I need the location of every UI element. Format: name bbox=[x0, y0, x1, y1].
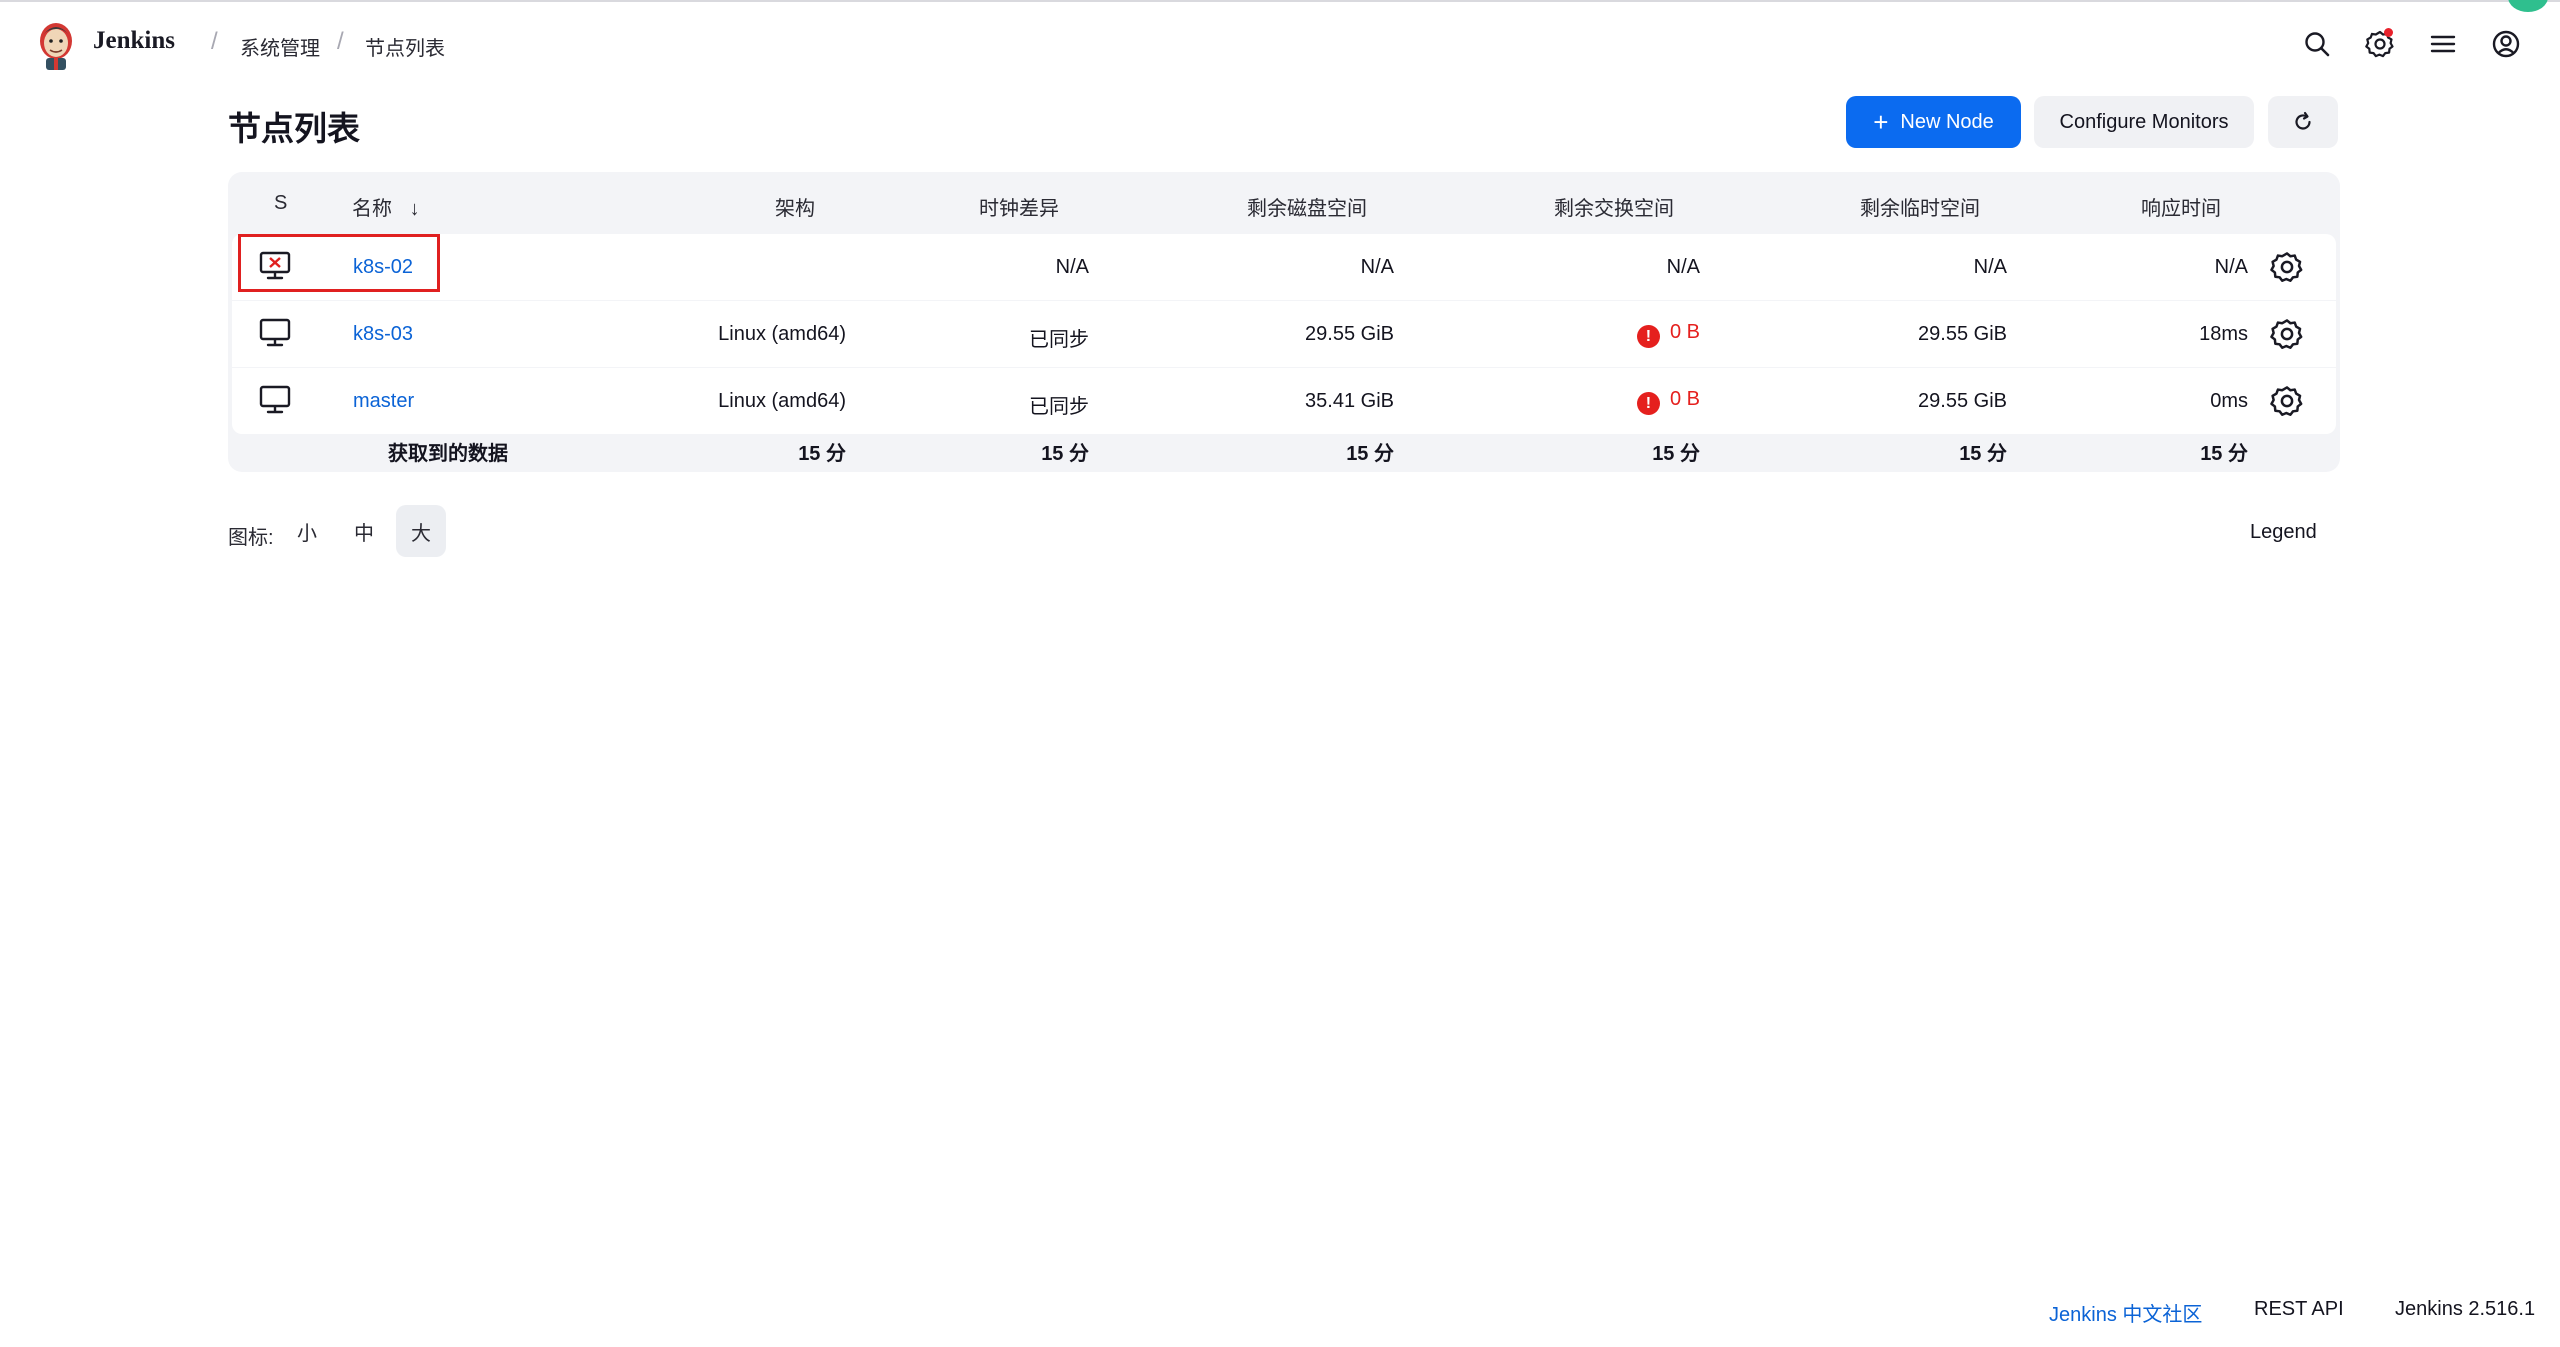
column-header-swap[interactable]: 剩余交换空间 bbox=[1554, 192, 1674, 221]
node-swap: N/A bbox=[1666, 256, 1700, 278]
node-response: N/A bbox=[2214, 256, 2248, 278]
assistant-badge-icon[interactable] bbox=[2508, 0, 2548, 12]
footer-response-age: 15 分 bbox=[2200, 443, 2248, 465]
header: Jenkins / 系统管理 / 节点列表 bbox=[0, 0, 2560, 90]
node-arch: Linux (amd64) bbox=[718, 323, 846, 345]
breadcrumb-separator: / bbox=[337, 28, 344, 55]
warning-icon: ! bbox=[1636, 325, 1660, 348]
node-arch: Linux (amd64) bbox=[718, 390, 846, 412]
node-temp: 29.55 GiB bbox=[1918, 390, 2007, 412]
node-disk: 35.41 GiB bbox=[1305, 390, 1394, 412]
node-temp: N/A bbox=[1973, 256, 2007, 278]
warning-icon: ! bbox=[1636, 392, 1660, 415]
icon-size-small-button[interactable]: 小 bbox=[282, 505, 332, 557]
table-row bbox=[232, 234, 2336, 300]
new-node-button[interactable]: + New Node bbox=[1846, 96, 2021, 148]
node-swap: 0 B bbox=[1669, 388, 1700, 410]
refresh-button[interactable] bbox=[2268, 96, 2338, 148]
node-response: 18ms bbox=[2199, 323, 2248, 345]
new-node-label: New Node bbox=[1900, 110, 1994, 133]
column-header-name-label: 名称 bbox=[352, 198, 392, 220]
node-config-gear-icon[interactable] bbox=[2270, 250, 2304, 284]
node-config-gear-icon[interactable] bbox=[2270, 317, 2304, 351]
sort-arrow-icon: ↓ bbox=[409, 198, 420, 220]
footer-temp-age: 15 分 bbox=[1959, 443, 2007, 465]
plus-icon: + bbox=[1873, 107, 1889, 137]
footer-clock-age: 15 分 bbox=[1041, 443, 1089, 465]
table-footer-label: 获取到的数据 bbox=[388, 443, 508, 465]
node-disk: N/A bbox=[1360, 256, 1394, 278]
search-icon[interactable] bbox=[2300, 27, 2334, 61]
node-clock: 已同步 bbox=[1029, 396, 1089, 418]
column-header-name[interactable]: 名称 ↓ bbox=[352, 192, 420, 221]
column-header-clock[interactable]: 时钟差异 bbox=[979, 192, 1059, 221]
computer-icon bbox=[259, 385, 291, 414]
configure-monitors-button[interactable]: Configure Monitors bbox=[2034, 96, 2254, 148]
page-title: 节点列表 bbox=[228, 110, 360, 147]
node-name-link[interactable]: k8s-03 bbox=[353, 323, 413, 346]
node-clock: N/A bbox=[1055, 256, 1089, 278]
settings-gear-icon[interactable] bbox=[2363, 27, 2397, 61]
table-row bbox=[232, 301, 2336, 367]
jenkins-page: Jenkins / 系统管理 / 节点列表 节点列表 + New Node Co… bbox=[0, 0, 2560, 1347]
column-header-arch[interactable]: 架构 bbox=[775, 192, 815, 221]
icon-size-label: 图标: bbox=[228, 527, 274, 549]
node-swap-warning: ! 0 B bbox=[1636, 388, 1700, 415]
icon-size-large-button[interactable]: 大 bbox=[396, 505, 446, 557]
footer-arch-age: 15 分 bbox=[798, 443, 846, 465]
node-config-gear-icon[interactable] bbox=[2270, 384, 2304, 418]
icon-size-medium-button[interactable]: 中 bbox=[339, 505, 389, 557]
jenkins-logo-icon[interactable] bbox=[34, 20, 78, 70]
column-header-response[interactable]: 响应时间 bbox=[2141, 192, 2221, 221]
account-icon[interactable] bbox=[2489, 27, 2523, 61]
node-swap-warning: ! 0 B bbox=[1636, 321, 1700, 348]
column-header-disk[interactable]: 剩余磁盘空间 bbox=[1247, 192, 1367, 221]
breadcrumb-system-management[interactable]: 系统管理 bbox=[240, 32, 320, 61]
node-response: 0ms bbox=[2210, 390, 2248, 412]
node-name-link[interactable]: master bbox=[353, 390, 414, 413]
node-temp: 29.55 GiB bbox=[1918, 323, 2007, 345]
menu-icon[interactable] bbox=[2426, 27, 2460, 61]
node-disk: 29.55 GiB bbox=[1305, 323, 1394, 345]
column-header-status[interactable]: S bbox=[274, 192, 287, 215]
highlight-annotation bbox=[238, 234, 440, 292]
node-clock: 已同步 bbox=[1029, 329, 1089, 351]
configure-monitors-label: Configure Monitors bbox=[2059, 110, 2229, 133]
legend-link[interactable]: Legend bbox=[2250, 521, 2317, 544]
footer-community-link[interactable]: Jenkins 中文社区 bbox=[2049, 1298, 2202, 1327]
computer-icon bbox=[259, 318, 291, 347]
breadcrumb-separator: / bbox=[211, 28, 218, 55]
table-row bbox=[232, 368, 2336, 434]
footer-swap-age: 15 分 bbox=[1652, 443, 1700, 465]
footer-disk-age: 15 分 bbox=[1346, 443, 1394, 465]
notification-dot bbox=[2384, 28, 2393, 37]
breadcrumb-node-list[interactable]: 节点列表 bbox=[365, 32, 445, 61]
footer-rest-api-link[interactable]: REST API bbox=[2254, 1298, 2344, 1321]
refresh-icon bbox=[2295, 111, 2311, 130]
brand-name[interactable]: Jenkins bbox=[93, 27, 175, 55]
footer-version[interactable]: Jenkins 2.516.1 bbox=[2395, 1298, 2535, 1321]
column-header-temp[interactable]: 剩余临时空间 bbox=[1860, 192, 1980, 221]
node-swap: 0 B bbox=[1669, 321, 1700, 343]
